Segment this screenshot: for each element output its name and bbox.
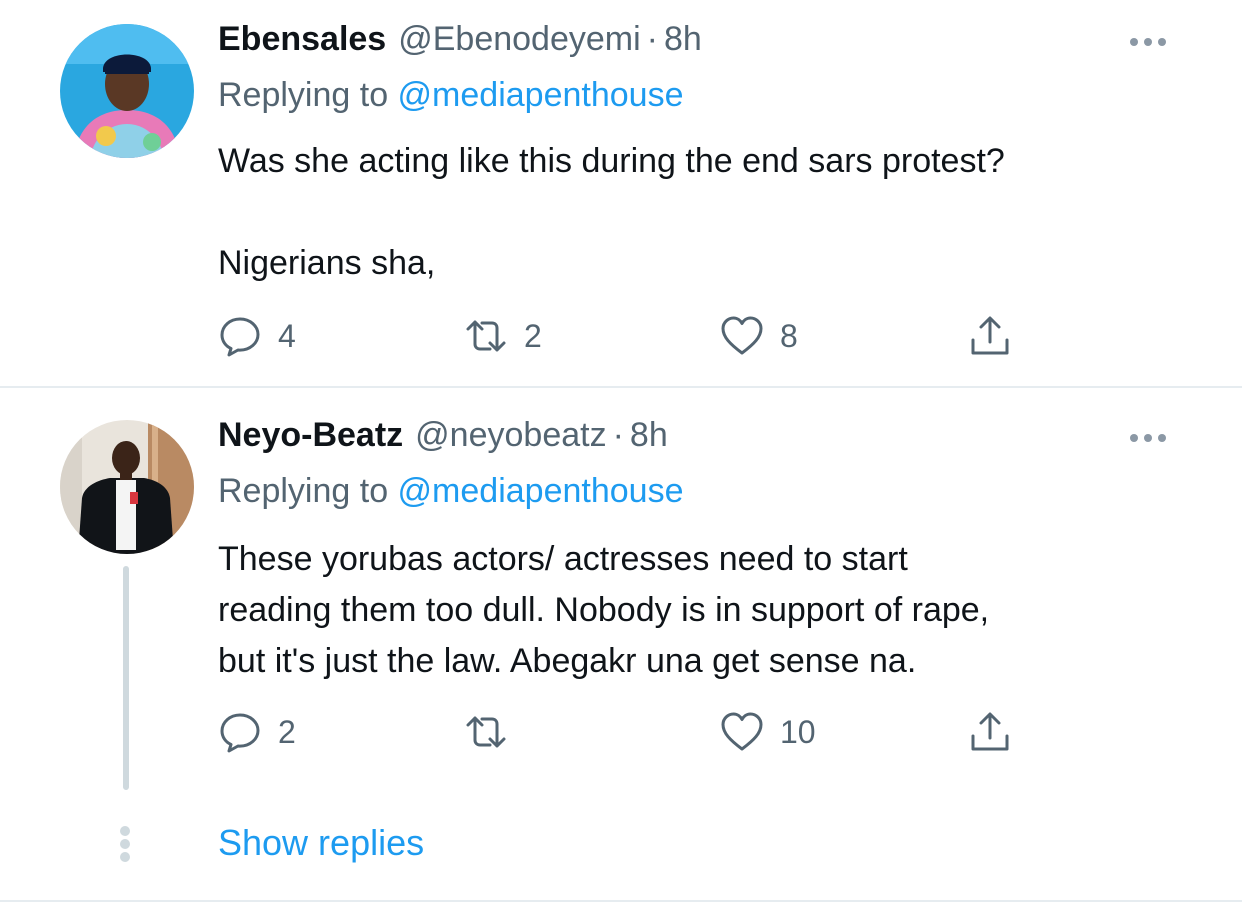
more-icon[interactable] (1130, 34, 1180, 50)
reply-count: 2 (278, 713, 296, 750)
reply-count: 4 (278, 317, 296, 354)
retweet-button[interactable] (464, 710, 524, 754)
reply-icon (220, 713, 260, 753)
tweet-ebensales[interactable]: Ebensales @Ebenodeyemi · 8h Replying to … (0, 0, 1242, 388)
thread-dots-icon (120, 826, 132, 865)
timestamp[interactable]: 8h (630, 416, 668, 455)
show-replies-link[interactable]: Show replies (218, 822, 424, 864)
like-button[interactable]: 10 (720, 710, 816, 754)
replying-label: Replying to (218, 76, 398, 114)
timestamp[interactable]: 8h (664, 20, 702, 59)
action-bar: 2 10 (218, 710, 1038, 754)
display-name[interactable]: Neyo-Beatz (218, 416, 403, 455)
separator: · (612, 416, 624, 454)
like-icon (721, 316, 763, 355)
tweet-neyo-beatz[interactable]: Neyo-Beatz @neyobeatz · 8h Replying to @… (0, 396, 1242, 826)
display-name[interactable]: Ebensales (218, 20, 386, 59)
like-button[interactable]: 8 (720, 314, 798, 358)
retweet-button[interactable]: 2 (464, 314, 542, 358)
retweet-count: 2 (524, 317, 542, 354)
reply-icon (220, 317, 260, 357)
action-bar: 4 2 8 (218, 314, 1038, 358)
avatar[interactable] (60, 24, 194, 158)
user-handle[interactable]: @neyobeatz (415, 416, 606, 455)
divider (0, 900, 1242, 902)
retweet-icon (466, 320, 506, 352)
replying-to: Replying to @mediapenthouse (218, 472, 683, 511)
thread-line (123, 566, 129, 790)
mention-link[interactable]: @mediapenthouse (398, 472, 684, 510)
retweet-icon (466, 716, 506, 748)
like-icon (721, 712, 763, 751)
more-icon[interactable] (1130, 430, 1180, 446)
share-icon (971, 316, 1009, 355)
replying-label: Replying to (218, 472, 398, 510)
reply-button[interactable]: 2 (218, 710, 296, 754)
tweet-header: Neyo-Beatz @neyobeatz · 8h (218, 416, 668, 460)
reply-button[interactable]: 4 (218, 314, 296, 358)
tweet-text: Was she acting like this during the end … (218, 142, 1005, 282)
like-count: 8 (780, 317, 798, 354)
like-count: 10 (780, 713, 816, 750)
replying-to: Replying to @mediapenthouse (218, 76, 683, 115)
divider (0, 386, 1242, 388)
share-icon (971, 712, 1009, 751)
user-handle[interactable]: @Ebenodeyemi (398, 20, 640, 59)
tweet-header: Ebensales @Ebenodeyemi · 8h (218, 20, 702, 64)
separator: · (646, 20, 658, 58)
mention-link[interactable]: @mediapenthouse (398, 76, 684, 114)
tweet-text: These yorubas actors/ actresses need to … (218, 540, 990, 680)
share-button[interactable] (968, 314, 1012, 358)
share-button[interactable] (968, 710, 1012, 754)
avatar[interactable] (60, 420, 194, 554)
